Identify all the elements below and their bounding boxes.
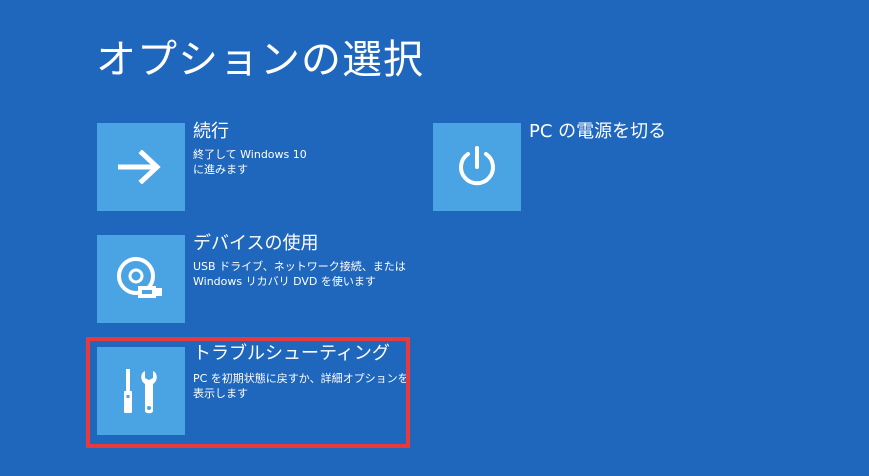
- power-icon: [459, 146, 495, 186]
- power-off-tile[interactable]: [433, 123, 521, 211]
- recovery-screen: オプションの選択 続行 終了して Windows 10 に進みます デバイスの使…: [0, 0, 869, 476]
- continue-description: 終了して Windows 10 に進みます: [193, 147, 413, 177]
- continue-desc-line2: に進みます: [193, 163, 248, 176]
- page-title: オプションの選択: [96, 37, 424, 83]
- use-device-title: デバイスの使用: [193, 233, 319, 254]
- continue-tile[interactable]: [97, 123, 185, 211]
- troubleshoot-title: トラブルシューティング: [193, 343, 390, 364]
- use-device-option[interactable]: デバイスの使用 USB ドライブ、ネットワーク接続、または Windows リカ…: [97, 233, 406, 323]
- continue-desc-line1: 終了して Windows 10: [193, 148, 307, 161]
- troubleshoot-option[interactable]: トラブルシューティング PC を初期状態に戻すか、詳細オプションを 表示します: [97, 343, 409, 435]
- continue-option[interactable]: 続行 終了して Windows 10 に進みます: [97, 121, 337, 211]
- use-device-desc-line2: Windows リカバリ DVD を使います: [193, 275, 376, 288]
- troubleshoot-tile[interactable]: [97, 347, 185, 435]
- power-off-option[interactable]: PC の電源を切る: [433, 121, 693, 211]
- troubleshoot-desc-line2: 表示します: [193, 387, 248, 400]
- troubleshoot-desc-line1: PC を初期状態に戻すか、詳細オプションを: [193, 372, 409, 385]
- use-device-tile[interactable]: [97, 235, 185, 323]
- power-off-title: PC の電源を切る: [529, 121, 667, 142]
- disc-usb-icon: [117, 257, 162, 298]
- use-device-description: USB ドライブ、ネットワーク接続、または Windows リカバリ DVD を…: [193, 259, 413, 289]
- arrow-right-icon: [118, 150, 161, 184]
- tools-icon: [124, 369, 157, 414]
- continue-title: 続行: [193, 121, 229, 142]
- troubleshoot-description: PC を初期状態に戻すか、詳細オプションを 表示します: [193, 371, 413, 401]
- use-device-desc-line1: USB ドライブ、ネットワーク接続、または: [193, 260, 406, 273]
